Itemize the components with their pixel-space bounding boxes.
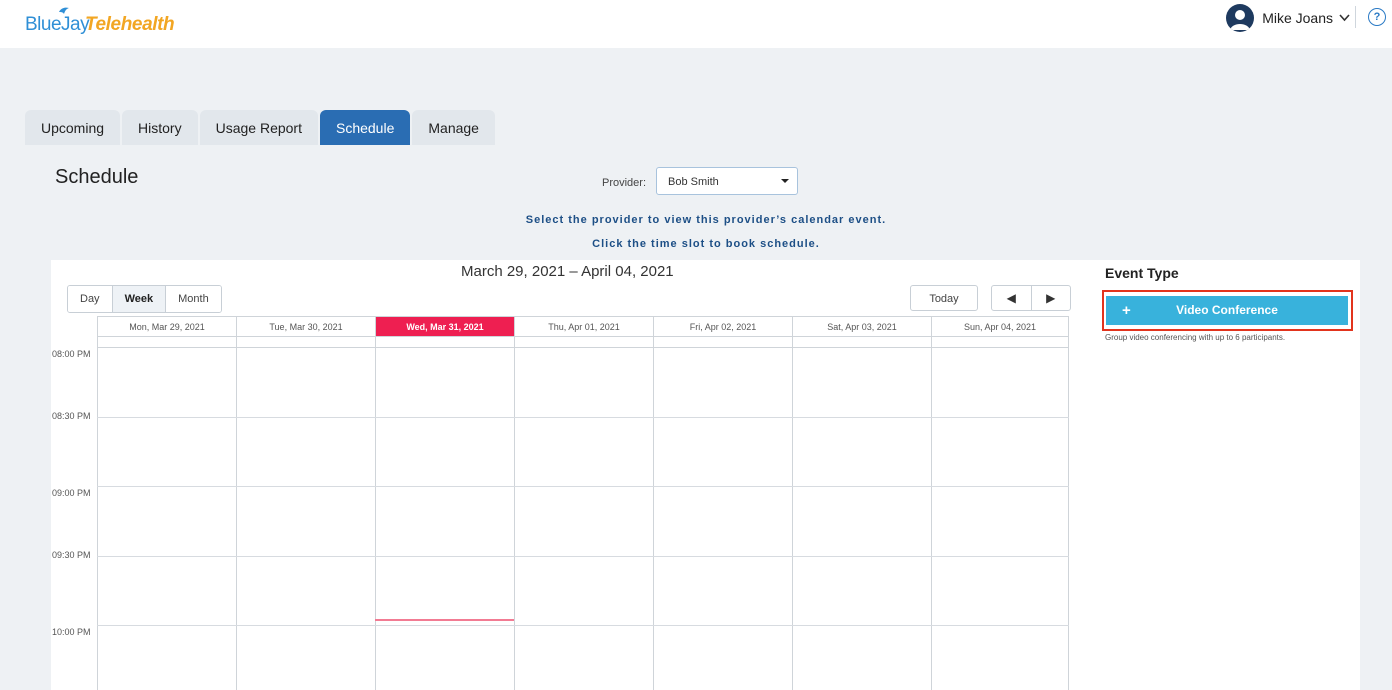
date-range-title: March 29, 2021 – April 04, 2021 bbox=[461, 263, 674, 280]
time-label: 10:00 PM bbox=[52, 627, 91, 637]
prev-week-button[interactable]: ◀ bbox=[992, 286, 1032, 310]
main-tabs: Upcoming History Usage Report Schedule M… bbox=[25, 110, 497, 145]
calendar-nav: ◀ ▶ bbox=[991, 285, 1071, 311]
avatar bbox=[1226, 4, 1255, 32]
grid-line bbox=[931, 336, 932, 690]
tab-upcoming[interactable]: Upcoming bbox=[25, 110, 121, 145]
grid-line bbox=[792, 336, 793, 690]
current-time-indicator bbox=[375, 619, 514, 621]
day-header-tue: Tue, Mar 30, 2021 bbox=[236, 316, 375, 336]
grid-line bbox=[514, 336, 515, 690]
provider-value: Bob Smith bbox=[668, 176, 719, 188]
plus-icon: + bbox=[1122, 302, 1131, 319]
tab-schedule[interactable]: Schedule bbox=[319, 110, 411, 145]
time-label: 09:00 PM bbox=[52, 488, 91, 498]
event-type-title: Event Type bbox=[1105, 265, 1179, 281]
grid-line bbox=[97, 336, 98, 690]
grid-line bbox=[97, 486, 1069, 487]
grid-line bbox=[97, 417, 1069, 418]
video-conference-description: Group video conferencing with up to 6 pa… bbox=[1105, 333, 1286, 342]
day-header-wed-today: Wed, Mar 31, 2021 bbox=[375, 316, 514, 336]
day-header-fri: Fri, Apr 02, 2021 bbox=[653, 316, 792, 336]
view-month-button[interactable]: Month bbox=[166, 286, 221, 312]
user-name: Mike Joans bbox=[1262, 10, 1333, 26]
view-week-button[interactable]: Week bbox=[112, 286, 167, 312]
brand-name-part2: Telehealth bbox=[85, 14, 175, 35]
provider-label: Provider: bbox=[602, 177, 647, 189]
help-icon[interactable]: ? bbox=[1368, 8, 1386, 26]
user-menu[interactable]: Mike Joans bbox=[1226, 4, 1350, 32]
hint-select-provider: Select the provider to view this provide… bbox=[525, 214, 887, 226]
grid-line bbox=[97, 625, 1069, 626]
grid-line bbox=[236, 336, 237, 690]
hint-click-slot: Click the time slot to book schedule. bbox=[592, 238, 820, 250]
day-header-thu: Thu, Apr 01, 2021 bbox=[514, 316, 653, 336]
tab-manage[interactable]: Manage bbox=[412, 110, 495, 145]
view-switcher: Day Week Month bbox=[67, 285, 222, 313]
tab-history[interactable]: History bbox=[122, 110, 198, 145]
video-conference-button[interactable]: + Video Conference bbox=[1106, 296, 1348, 325]
brand-name-part1: BlueJay bbox=[25, 14, 90, 35]
grid-line bbox=[97, 556, 1069, 557]
caret-down-icon bbox=[781, 179, 789, 183]
next-week-button[interactable]: ▶ bbox=[1032, 286, 1071, 310]
view-day-button[interactable]: Day bbox=[68, 286, 113, 312]
day-header-mon: Mon, Mar 29, 2021 bbox=[97, 316, 236, 336]
time-label: 08:00 PM bbox=[52, 349, 91, 359]
divider bbox=[1355, 6, 1356, 28]
grid-line bbox=[653, 336, 654, 690]
time-label: 09:30 PM bbox=[52, 550, 91, 560]
provider-select[interactable]: Bob Smith bbox=[656, 167, 798, 195]
day-header-sat: Sat, Apr 03, 2021 bbox=[792, 316, 931, 336]
top-bar: BlueJay Telehealth Mike Joans ? bbox=[0, 0, 1392, 48]
chevron-down-icon[interactable] bbox=[1339, 14, 1350, 22]
time-label: 08:30 PM bbox=[52, 411, 91, 421]
tab-usage-report[interactable]: Usage Report bbox=[199, 110, 318, 145]
bird-icon bbox=[59, 7, 69, 14]
week-grid[interactable]: Mon, Mar 29, 2021 Tue, Mar 30, 2021 Wed,… bbox=[97, 316, 1069, 690]
grid-line bbox=[1068, 336, 1069, 690]
day-header-sun: Sun, Apr 04, 2021 bbox=[931, 316, 1069, 336]
grid-line bbox=[375, 336, 376, 690]
page-title: Schedule bbox=[55, 166, 139, 188]
today-button[interactable]: Today bbox=[910, 285, 978, 311]
all-day-row[interactable] bbox=[97, 336, 1069, 348]
video-conference-label: Video Conference bbox=[1176, 303, 1278, 317]
user-icon bbox=[1230, 10, 1251, 30]
